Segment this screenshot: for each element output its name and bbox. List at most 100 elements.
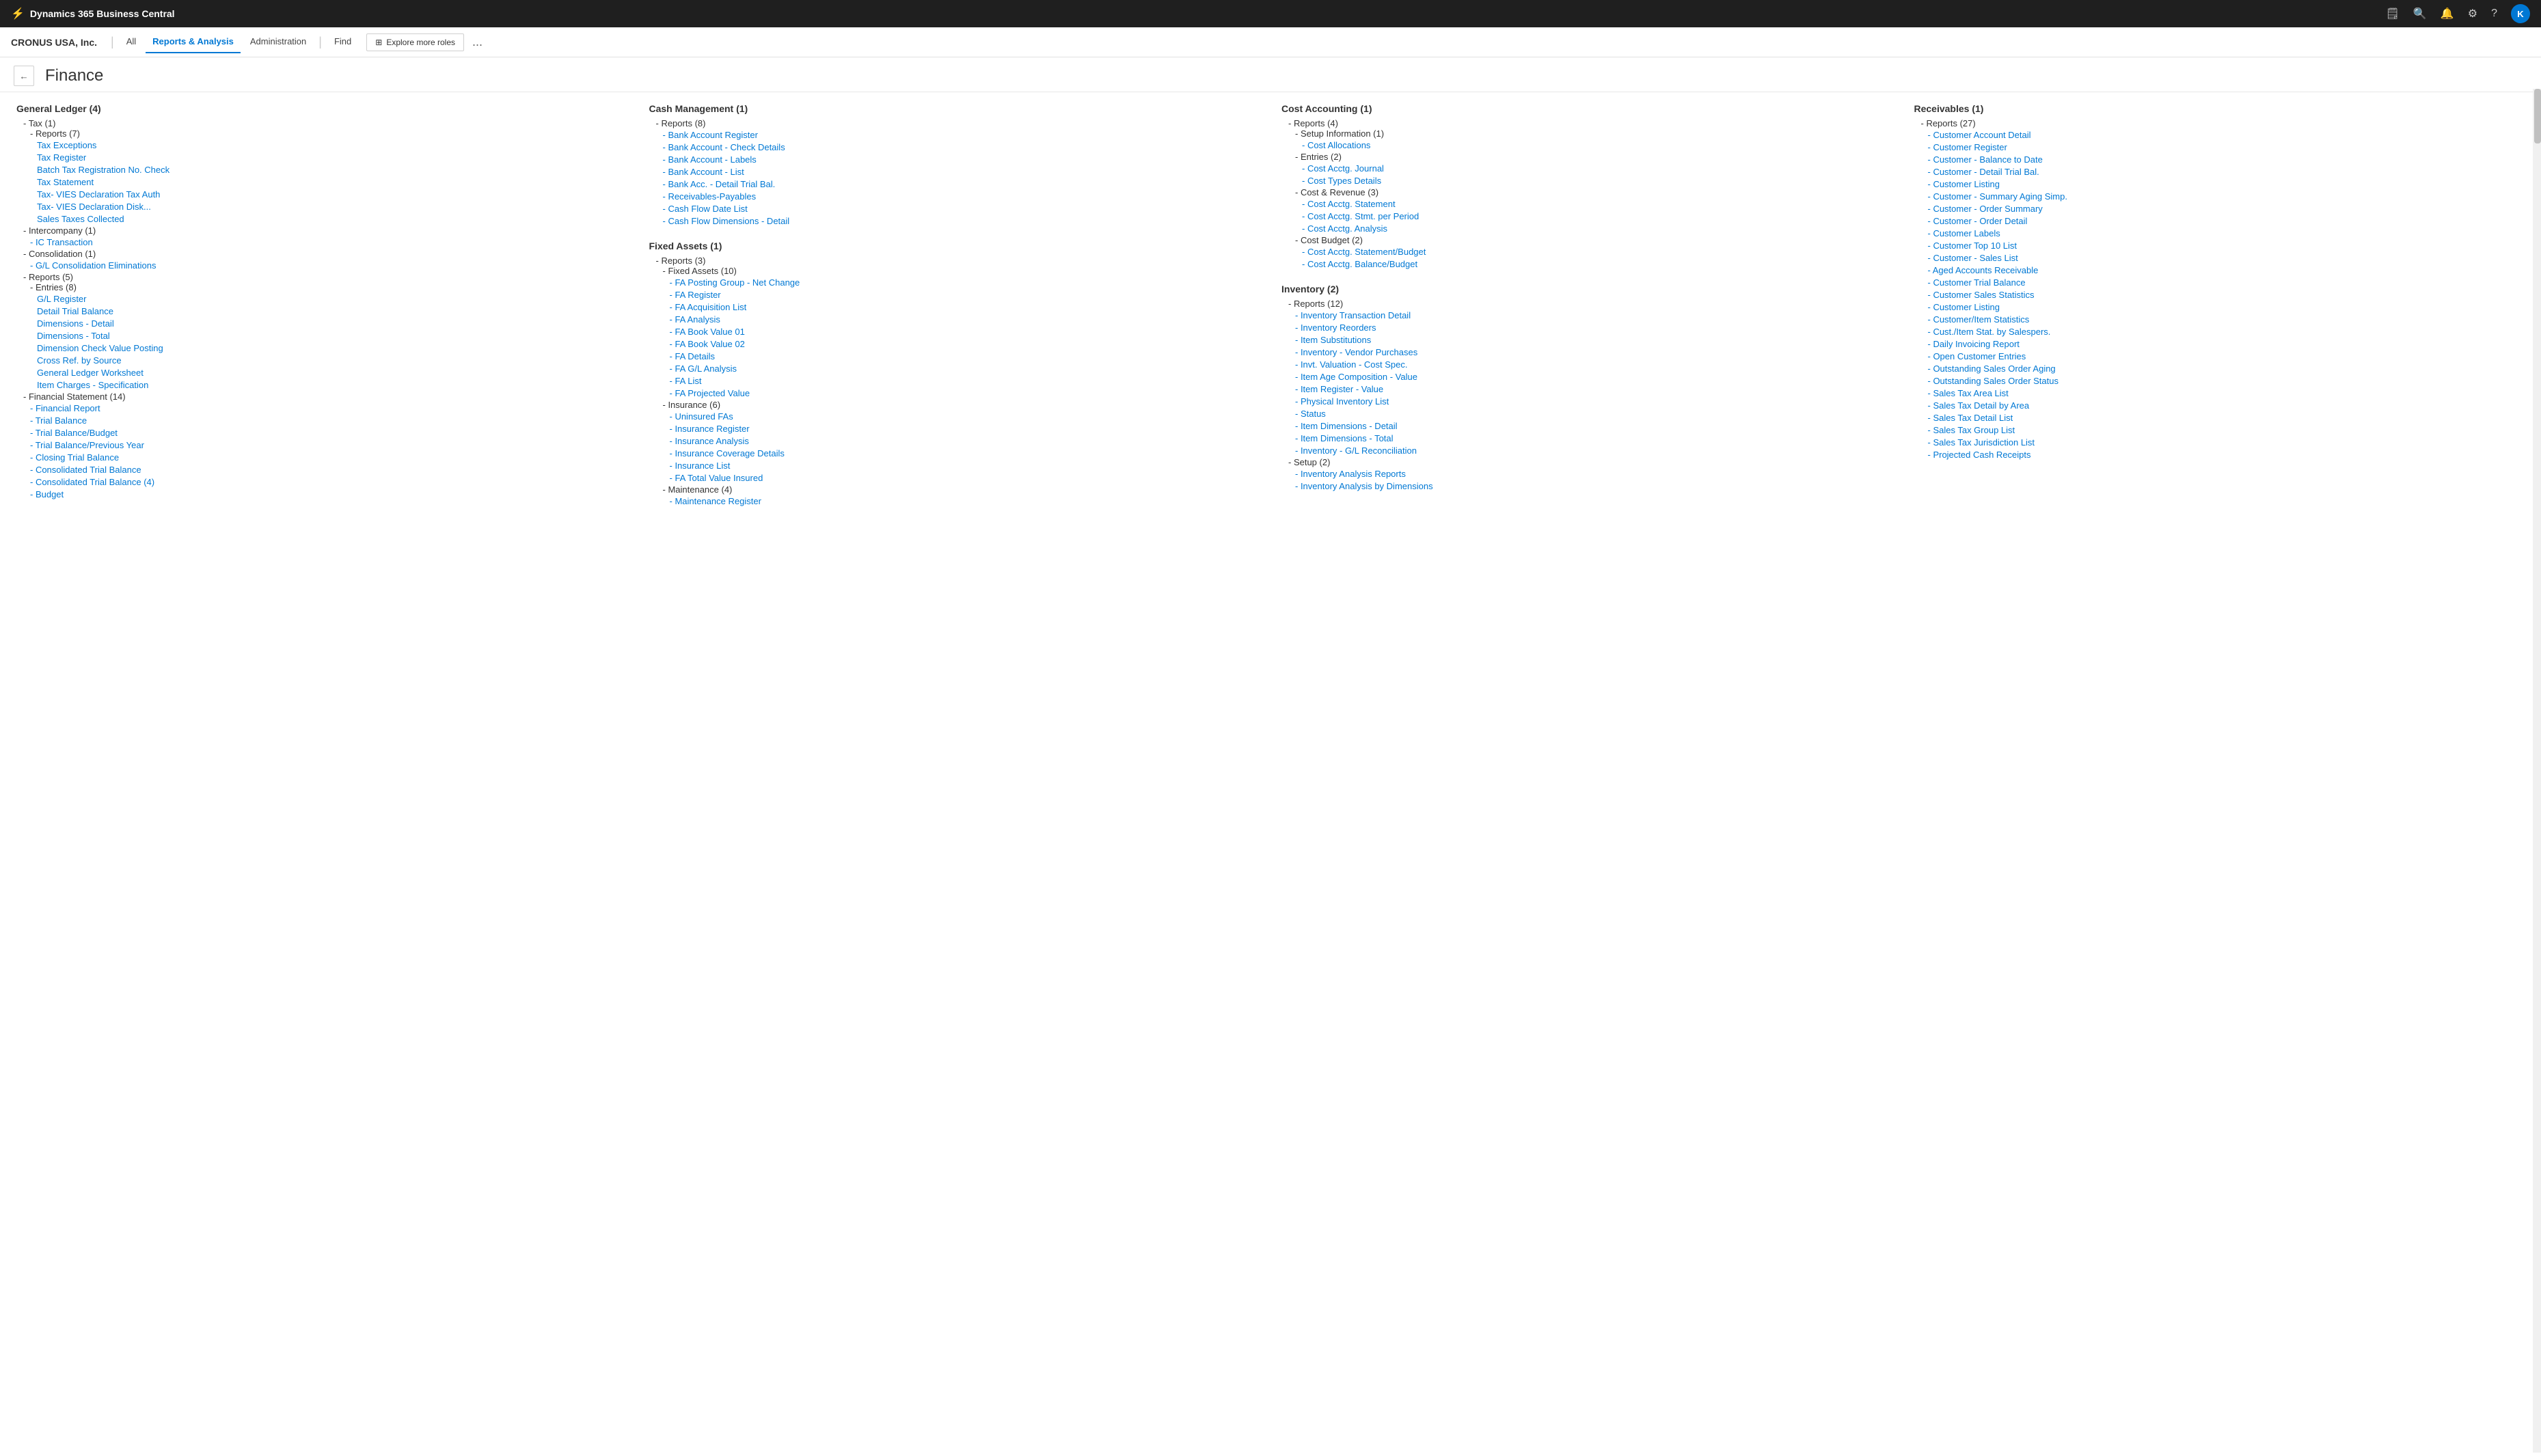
link-trial-balance[interactable]: - Trial Balance bbox=[30, 415, 627, 426]
link-budget[interactable]: - Budget bbox=[30, 489, 627, 500]
search-icon[interactable]: 🔍 bbox=[2413, 7, 2427, 20]
link-fa-gl-analysis[interactable]: - FA G/L Analysis bbox=[670, 363, 1260, 374]
link-sales-tax-detail-list[interactable]: - Sales Tax Detail List bbox=[1928, 412, 2525, 424]
link-item-age-composition[interactable]: - Item Age Composition - Value bbox=[1295, 371, 1892, 383]
link-customer-item-statistics[interactable]: - Customer/Item Statistics bbox=[1928, 314, 2525, 325]
link-financial-report[interactable]: - Financial Report bbox=[30, 402, 627, 414]
link-cash-flow-dimensions[interactable]: - Cash Flow Dimensions - Detail bbox=[663, 215, 1260, 227]
link-closing-trial[interactable]: - Closing Trial Balance bbox=[30, 452, 627, 463]
link-inventory-reorders[interactable]: - Inventory Reorders bbox=[1295, 322, 1892, 333]
link-cust-item-stat-salespers[interactable]: - Cust./Item Stat. by Salespers. bbox=[1928, 326, 2525, 338]
link-tax-vies-auth[interactable]: Tax- VIES Declaration Tax Auth bbox=[37, 189, 627, 200]
explore-roles-button[interactable]: ⊞ Explore more roles bbox=[366, 33, 464, 51]
link-sales-tax-jurisdiction[interactable]: - Sales Tax Jurisdiction List bbox=[1928, 437, 2525, 448]
link-sales-taxes-collected[interactable]: Sales Taxes Collected bbox=[37, 213, 627, 225]
user-avatar[interactable]: K bbox=[2511, 4, 2530, 23]
link-uninsured-fas[interactable]: - Uninsured FAs bbox=[670, 411, 1260, 422]
link-fa-book-value-02[interactable]: - FA Book Value 02 bbox=[670, 338, 1260, 350]
link-fa-register[interactable]: - FA Register bbox=[670, 289, 1260, 301]
link-receivables-payables[interactable]: - Receivables-Payables bbox=[663, 191, 1260, 202]
link-sales-tax-group-list[interactable]: - Sales Tax Group List bbox=[1928, 424, 2525, 436]
help-icon[interactable]: ? bbox=[2491, 8, 2497, 20]
link-dimensions-detail[interactable]: Dimensions - Detail bbox=[37, 318, 627, 329]
link-item-substitutions[interactable]: - Item Substitutions bbox=[1295, 334, 1892, 346]
link-fa-book-value-01[interactable]: - FA Book Value 01 bbox=[670, 326, 1260, 338]
link-outstanding-sales-status[interactable]: - Outstanding Sales Order Status bbox=[1928, 375, 2525, 387]
link-inventory-gl-recon[interactable]: - Inventory - G/L Reconciliation bbox=[1295, 445, 1892, 456]
link-inventory-vendor[interactable]: - Inventory - Vendor Purchases bbox=[1295, 346, 1892, 358]
link-customer-order-summary[interactable]: - Customer - Order Summary bbox=[1928, 203, 2525, 215]
link-cost-allocations[interactable]: - Cost Allocations bbox=[1302, 139, 1892, 151]
link-consolidated-trial-4[interactable]: - Consolidated Trial Balance (4) bbox=[30, 476, 627, 488]
link-bank-account-register[interactable]: - Bank Account Register bbox=[663, 129, 1260, 141]
link-daily-invoicing[interactable]: - Daily Invoicing Report bbox=[1928, 338, 2525, 350]
link-item-charges[interactable]: Item Charges - Specification bbox=[37, 379, 627, 391]
link-bank-detail-trial[interactable]: - Bank Acc. - Detail Trial Bal. bbox=[663, 178, 1260, 190]
link-customer-order-detail[interactable]: - Customer - Order Detail bbox=[1928, 215, 2525, 227]
link-item-register-value[interactable]: - Item Register - Value bbox=[1295, 383, 1892, 395]
link-customer-listing-1[interactable]: - Customer Listing bbox=[1928, 178, 2525, 190]
settings-icon[interactable]: ⚙ bbox=[2468, 7, 2477, 20]
link-customer-balance-to-date[interactable]: - Customer - Balance to Date bbox=[1928, 154, 2525, 165]
link-tax-register[interactable]: Tax Register bbox=[37, 152, 627, 163]
link-inventory-analysis-reports[interactable]: - Inventory Analysis Reports bbox=[1295, 468, 1892, 480]
link-tax-statement[interactable]: Tax Statement bbox=[37, 176, 627, 188]
link-customer-labels[interactable]: - Customer Labels bbox=[1928, 228, 2525, 239]
link-fa-analysis[interactable]: - FA Analysis bbox=[670, 314, 1260, 325]
link-tax-vies-disk[interactable]: Tax- VIES Declaration Disk... bbox=[37, 201, 627, 212]
link-insurance-analysis[interactable]: - Insurance Analysis bbox=[670, 435, 1260, 447]
link-sales-tax-area-list[interactable]: - Sales Tax Area List bbox=[1928, 387, 2525, 399]
link-fa-posting-group[interactable]: - FA Posting Group - Net Change bbox=[670, 277, 1260, 288]
link-cost-types-details[interactable]: - Cost Types Details bbox=[1302, 175, 1892, 187]
link-bank-labels[interactable]: - Bank Account - Labels bbox=[663, 154, 1260, 165]
link-dimensions-total[interactable]: Dimensions - Total bbox=[37, 330, 627, 342]
link-cost-acctg-statement[interactable]: - Cost Acctg. Statement bbox=[1302, 198, 1892, 210]
link-customer-summary-aging[interactable]: - Customer - Summary Aging Simp. bbox=[1928, 191, 2525, 202]
link-invt-valuation[interactable]: - Invt. Valuation - Cost Spec. bbox=[1295, 359, 1892, 370]
document-icon[interactable]: 🗒 bbox=[2386, 7, 2400, 20]
link-maintenance-register[interactable]: - Maintenance Register bbox=[670, 495, 1260, 507]
link-customer-trial-balance[interactable]: - Customer Trial Balance bbox=[1928, 277, 2525, 288]
link-cost-acctg-stmt-period[interactable]: - Cost Acctg. Stmt. per Period bbox=[1302, 210, 1892, 222]
link-fa-list[interactable]: - FA List bbox=[670, 375, 1260, 387]
link-cost-acctg-balance-budget[interactable]: - Cost Acctg. Balance/Budget bbox=[1302, 258, 1892, 270]
link-trial-balance-prev[interactable]: - Trial Balance/Previous Year bbox=[30, 439, 627, 451]
link-customer-detail-trial[interactable]: - Customer - Detail Trial Bal. bbox=[1928, 166, 2525, 178]
link-cost-acctg-stmt-budget[interactable]: - Cost Acctg. Statement/Budget bbox=[1302, 246, 1892, 258]
link-cost-acctg-journal[interactable]: - Cost Acctg. Journal bbox=[1302, 163, 1892, 174]
link-bank-check-details[interactable]: - Bank Account - Check Details bbox=[663, 141, 1260, 153]
link-insurance-list[interactable]: - Insurance List bbox=[670, 460, 1260, 471]
link-sales-tax-detail-area[interactable]: - Sales Tax Detail by Area bbox=[1928, 400, 2525, 411]
link-customer-sales-list[interactable]: - Customer - Sales List bbox=[1928, 252, 2525, 264]
notification-icon[interactable]: 🔔 bbox=[2441, 7, 2454, 20]
link-customer-listing-2[interactable]: - Customer Listing bbox=[1928, 301, 2525, 313]
link-detail-trial-balance[interactable]: Detail Trial Balance bbox=[37, 305, 627, 317]
link-gl-worksheet[interactable]: General Ledger Worksheet bbox=[37, 367, 627, 379]
link-bank-list[interactable]: - Bank Account - List bbox=[663, 166, 1260, 178]
link-ic-transaction[interactable]: - IC Transaction bbox=[30, 236, 627, 248]
link-cost-acctg-analysis[interactable]: - Cost Acctg. Analysis bbox=[1302, 223, 1892, 234]
link-trial-balance-budget[interactable]: - Trial Balance/Budget bbox=[30, 427, 627, 439]
link-batch-tax[interactable]: Batch Tax Registration No. Check bbox=[37, 164, 627, 176]
link-projected-cash-receipts[interactable]: - Projected Cash Receipts bbox=[1928, 449, 2525, 461]
link-customer-account-detail[interactable]: - Customer Account Detail bbox=[1928, 129, 2525, 141]
link-outstanding-sales-aging[interactable]: - Outstanding Sales Order Aging bbox=[1928, 363, 2525, 374]
link-item-dimensions-total[interactable]: - Item Dimensions - Total bbox=[1295, 432, 1892, 444]
link-tax-exceptions[interactable]: Tax Exceptions bbox=[37, 139, 627, 151]
nav-find[interactable]: Find bbox=[327, 31, 358, 53]
link-fa-projected[interactable]: - FA Projected Value bbox=[670, 387, 1260, 399]
link-item-dimensions-detail[interactable]: - Item Dimensions - Detail bbox=[1295, 420, 1892, 432]
link-cash-flow-date[interactable]: - Cash Flow Date List bbox=[663, 203, 1260, 215]
nav-all[interactable]: All bbox=[120, 31, 143, 53]
link-inventory-analysis-dimensions[interactable]: - Inventory Analysis by Dimensions bbox=[1295, 480, 1892, 492]
link-gl-register[interactable]: G/L Register bbox=[37, 293, 627, 305]
link-customer-sales-statistics[interactable]: - Customer Sales Statistics bbox=[1928, 289, 2525, 301]
link-insurance-register[interactable]: - Insurance Register bbox=[670, 423, 1260, 435]
link-fa-details[interactable]: - FA Details bbox=[670, 351, 1260, 362]
link-customer-register[interactable]: - Customer Register bbox=[1928, 141, 2525, 153]
link-inventory-transaction[interactable]: - Inventory Transaction Detail bbox=[1295, 310, 1892, 321]
back-button[interactable]: ← bbox=[14, 66, 34, 86]
link-insurance-coverage[interactable]: - Insurance Coverage Details bbox=[670, 448, 1260, 459]
link-open-customer-entries[interactable]: - Open Customer Entries bbox=[1928, 351, 2525, 362]
link-fa-acquisition[interactable]: - FA Acquisition List bbox=[670, 301, 1260, 313]
